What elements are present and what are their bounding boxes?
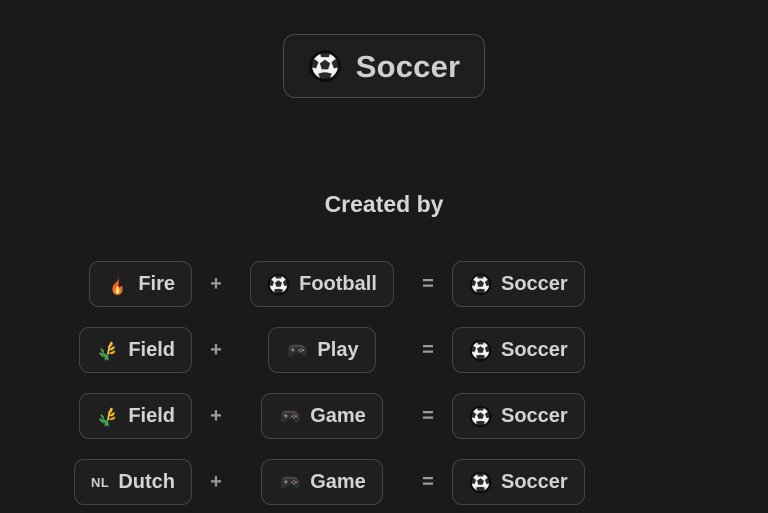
recipe-row: Field + Play = Soccer bbox=[0, 327, 768, 373]
element-pill-soccer[interactable]: Soccer bbox=[452, 327, 585, 373]
element-pill-fire[interactable]: Fire bbox=[89, 261, 192, 307]
recipe-input-a-cell: Field bbox=[0, 393, 200, 439]
recipe-result-cell: Soccer bbox=[444, 327, 644, 373]
recipe-result-cell: Soccer bbox=[444, 393, 644, 439]
soccer-ball-icon bbox=[469, 405, 492, 427]
game-controller-icon bbox=[288, 344, 308, 357]
recipes-list: Fire + Football = Soccer Field + Play = … bbox=[0, 261, 768, 505]
element-pill-dutch[interactable]: NL Dutch bbox=[73, 459, 192, 505]
game-controller-icon bbox=[280, 410, 300, 423]
soccer-ball-icon bbox=[308, 50, 341, 82]
element-label: Game bbox=[310, 471, 366, 493]
equals-operator: = bbox=[422, 405, 434, 427]
recipe-input-b-cell: Game bbox=[232, 393, 412, 439]
page-title: Soccer bbox=[355, 48, 461, 84]
soccer-ball-icon bbox=[469, 471, 492, 493]
fire-icon bbox=[112, 273, 123, 295]
equals-operator: = bbox=[422, 273, 434, 295]
page-title-card: Soccer bbox=[282, 34, 486, 98]
plus-operator: + bbox=[210, 471, 222, 493]
element-label: Soccer bbox=[501, 273, 568, 295]
element-pill-soccer[interactable]: Soccer bbox=[452, 459, 585, 505]
plus-operator: + bbox=[210, 339, 222, 361]
recipe-input-b-cell: Play bbox=[232, 327, 412, 373]
created-by-heading: Created by bbox=[324, 191, 444, 217]
soccer-ball-icon bbox=[469, 339, 492, 361]
page-title-container: Soccer bbox=[0, 34, 768, 98]
element-pill-football[interactable]: Football bbox=[250, 261, 394, 307]
equals-operator: = bbox=[422, 339, 434, 361]
element-pill-soccer[interactable]: Soccer bbox=[452, 393, 585, 439]
element-label: Football bbox=[299, 273, 377, 295]
element-label: Game bbox=[310, 405, 366, 427]
element-pill-play[interactable]: Play bbox=[268, 327, 376, 373]
plus-operator: + bbox=[210, 405, 222, 427]
element-label: Soccer bbox=[501, 405, 568, 427]
recipe-result-cell: Soccer bbox=[444, 261, 644, 307]
element-label: Field bbox=[128, 405, 175, 427]
sheaf-of-rice-icon bbox=[99, 341, 116, 360]
element-label: Fire bbox=[138, 273, 175, 295]
recipe-input-b-cell: Football bbox=[232, 261, 412, 307]
soccer-ball-icon bbox=[469, 273, 492, 295]
element-pill-soccer[interactable]: Soccer bbox=[452, 261, 585, 307]
recipe-input-a-cell: Field bbox=[0, 327, 200, 373]
recipe-row: Fire + Football = Soccer bbox=[0, 261, 768, 307]
element-label: Field bbox=[128, 339, 175, 361]
soccer-ball-icon bbox=[267, 273, 290, 295]
recipe-row: NL Dutch + Game = Soccer bbox=[0, 459, 768, 505]
flag-nl-badge: NL bbox=[90, 474, 110, 490]
element-label: Play bbox=[317, 339, 359, 361]
recipe-input-b-cell: Game bbox=[232, 459, 412, 505]
game-controller-icon bbox=[280, 476, 300, 489]
element-label: Dutch bbox=[118, 471, 175, 493]
recipe-input-a-cell: Fire bbox=[0, 261, 200, 307]
recipe-result-cell: Soccer bbox=[444, 459, 644, 505]
element-label: Soccer bbox=[501, 339, 568, 361]
element-pill-field[interactable]: Field bbox=[79, 327, 192, 373]
sheaf-of-rice-icon bbox=[99, 407, 116, 426]
element-pill-game[interactable]: Game bbox=[261, 459, 383, 505]
equals-operator: = bbox=[422, 471, 434, 493]
element-pill-game[interactable]: Game bbox=[261, 393, 383, 439]
recipe-row: Field + Game = Soccer bbox=[0, 393, 768, 439]
plus-operator: + bbox=[210, 273, 222, 295]
element-pill-field[interactable]: Field bbox=[79, 393, 192, 439]
recipe-input-a-cell: NL Dutch bbox=[0, 459, 200, 505]
element-label: Soccer bbox=[501, 471, 568, 493]
